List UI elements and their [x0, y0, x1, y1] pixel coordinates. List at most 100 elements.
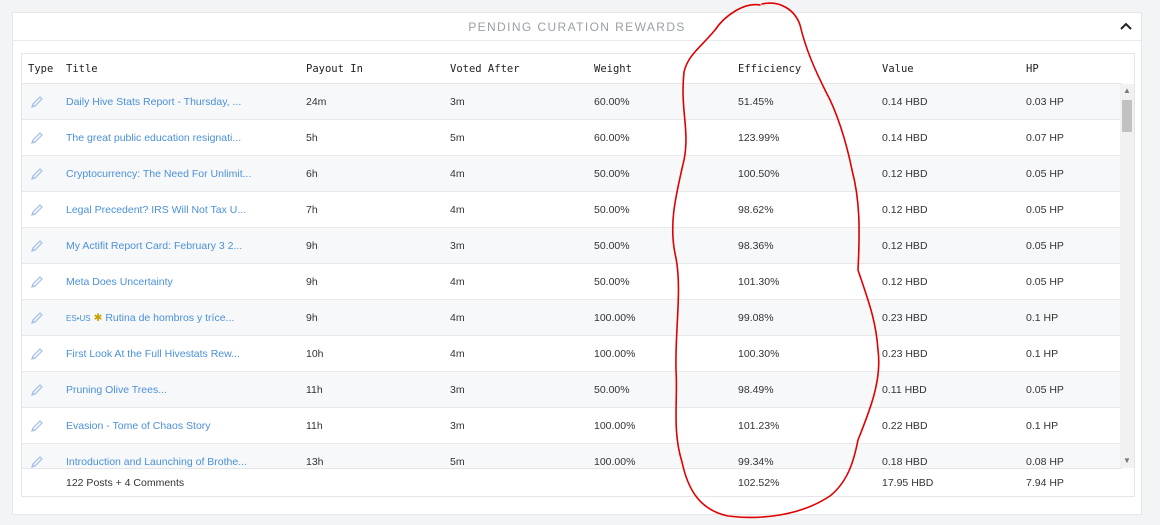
scroll-thumb[interactable] [1122, 100, 1132, 132]
post-title-text: Introduction and Launching of Brothe... [66, 456, 247, 468]
cell-efficiency: 51.45% [738, 96, 774, 108]
vertical-scrollbar[interactable]: ▲ ▼ [1120, 84, 1134, 468]
cell-voted-after: 4m [450, 276, 465, 288]
cell-value: 0.12 HBD [882, 240, 928, 252]
post-title-text: My Actifit Report Card: February 3 2... [66, 240, 243, 252]
cell-voted-after: 5m [450, 456, 465, 468]
cell-weight: 100.00% [594, 456, 636, 468]
panel-title: PENDING CURATION REWARDS [468, 20, 686, 34]
pencil-icon [30, 420, 43, 433]
post-title-link[interactable]: My Actifit Report Card: February 3 2... [66, 240, 242, 252]
cell-weight: 60.00% [594, 96, 630, 108]
cell-weight: 100.00% [594, 312, 636, 324]
cell-payout-in: 10h [306, 348, 324, 360]
pencil-icon [30, 96, 43, 109]
language-tag: ES•US [66, 314, 91, 323]
cell-payout-in: 7h [306, 204, 318, 216]
post-title-link[interactable]: Evasion - Tome of Chaos Story [66, 420, 211, 432]
cell-efficiency: 101.30% [738, 276, 780, 288]
table-row: Cryptocurrency: The Need For Unlimit... 6… [22, 156, 1122, 192]
cell-weight: 60.00% [594, 132, 630, 144]
post-title-link[interactable]: Pruning Olive Trees... [66, 384, 167, 396]
cell-weight: 50.00% [594, 276, 630, 288]
post-title-link[interactable]: The great public education resignati... [66, 132, 241, 144]
cell-payout-in: 11h [306, 384, 323, 396]
post-title-link[interactable]: First Look At the Full Hivestats Rew... [66, 348, 240, 360]
cell-voted-after: 4m [450, 348, 465, 360]
table-body: Daily Hive Stats Report - Thursday, ... 2… [22, 84, 1122, 468]
table-row: Daily Hive Stats Report - Thursday, ... 2… [22, 84, 1122, 120]
cell-payout-in: 11h [306, 420, 323, 432]
pencil-icon [30, 384, 43, 397]
cell-weight: 50.00% [594, 168, 630, 180]
cell-efficiency: 99.34% [738, 456, 774, 468]
pencil-icon [30, 456, 43, 468]
table-row: Pruning Olive Trees... 11h 3m 50.00% 98.49% 0… [22, 372, 1122, 408]
post-title-text: First Look At the Full Hivestats Rew... [66, 348, 240, 360]
col-efficiency[interactable]: Efficiency [738, 63, 801, 75]
scroll-down-arrow-icon[interactable]: ▼ [1120, 454, 1134, 468]
post-title-text: The great public education resignati... [66, 132, 242, 144]
col-value[interactable]: Value [882, 63, 914, 75]
table-row: Introduction and Launching of Brothe... 1… [22, 444, 1122, 468]
cell-efficiency: 123.99% [738, 132, 780, 144]
col-type[interactable]: Type [28, 63, 53, 75]
footer-hp: 7.94 HP [1026, 477, 1064, 489]
table-row: First Look At the Full Hivestats Rew... 1… [22, 336, 1122, 372]
table-footer: 122 Posts + 4 Comments 102.52% 17.95 HBD… [22, 468, 1122, 496]
cell-efficiency: 100.50% [738, 168, 780, 180]
cell-payout-in: 9h [306, 276, 318, 288]
pending-curation-rewards-panel: PENDING CURATION REWARDS Type Title Payo… [12, 12, 1142, 515]
cell-voted-after: 4m [450, 312, 465, 324]
pencil-icon [30, 132, 43, 145]
cell-value: 0.14 HBD [882, 96, 928, 108]
post-title-link[interactable]: ES•US ✱ Rutina de hombros y tríce... [66, 312, 234, 324]
cell-efficiency: 99.08% [738, 312, 774, 324]
col-payout-in[interactable]: Payout In [306, 63, 363, 75]
cell-voted-after: 5m [450, 132, 465, 144]
cell-value: 0.22 HBD [882, 420, 928, 432]
cell-value: 0.12 HBD [882, 276, 928, 288]
col-title[interactable]: Title [66, 63, 98, 75]
cell-hp: 0.1 HP [1026, 312, 1059, 324]
post-title-link[interactable]: Meta Does Uncertainty [66, 276, 173, 288]
post-title-text: Cryptocurrency: The Need For Unlimit... [66, 168, 252, 180]
pencil-icon [30, 240, 43, 253]
cell-value: 0.12 HBD [882, 168, 928, 180]
post-title-text: Daily Hive Stats Report - Thursday, ... [66, 96, 242, 108]
table-header: Type Title Payout In Voted After Weight … [22, 54, 1122, 84]
table-row: ES•US ✱ Rutina de hombros y tríce... 9h 4m 1… [22, 300, 1122, 336]
post-title-link[interactable]: Cryptocurrency: The Need For Unlimit... [66, 168, 251, 180]
post-title-text: Rutina de hombros y tríce... [105, 312, 235, 324]
scroll-up-arrow-icon[interactable]: ▲ [1120, 84, 1134, 98]
pencil-icon [30, 348, 43, 361]
col-weight[interactable]: Weight [594, 63, 632, 75]
cell-efficiency: 98.36% [738, 240, 774, 252]
cell-hp: 0.1 HP [1026, 348, 1059, 360]
footer-summary: 122 Posts + 4 Comments [66, 477, 185, 489]
cell-hp: 0.05 HP [1026, 276, 1064, 288]
curation-table: Type Title Payout In Voted After Weight … [21, 53, 1135, 497]
cell-payout-in: 9h [306, 240, 318, 252]
post-title-text: Legal Precedent? IRS Will Not Tax U... [66, 204, 247, 216]
col-hp[interactable]: HP [1026, 63, 1039, 75]
cell-voted-after: 3m [450, 96, 465, 108]
chevron-up-icon[interactable] [1117, 18, 1135, 36]
col-voted-after[interactable]: Voted After [450, 63, 520, 75]
cell-value: 0.18 HBD [882, 456, 928, 468]
badge-icon: ✱ [93, 312, 106, 324]
post-title-link[interactable]: Introduction and Launching of Brothe... [66, 456, 247, 468]
cell-hp: 0.05 HP [1026, 204, 1064, 216]
post-title-link[interactable]: Legal Precedent? IRS Will Not Tax U... [66, 204, 246, 216]
footer-efficiency: 102.52% [738, 477, 780, 489]
post-title-text: Evasion - Tome of Chaos Story [66, 420, 211, 432]
table-row: My Actifit Report Card: February 3 2... 9… [22, 228, 1122, 264]
table-row: Meta Does Uncertainty 9h 4m 50.00% 101.30% 0.… [22, 264, 1122, 300]
cell-hp: 0.07 HP [1026, 132, 1064, 144]
cell-value: 0.23 HBD [882, 312, 928, 324]
cell-payout-in: 13h [306, 456, 324, 468]
cell-weight: 50.00% [594, 240, 630, 252]
cell-value: 0.12 HBD [882, 204, 928, 216]
cell-weight: 100.00% [594, 348, 636, 360]
post-title-link[interactable]: Daily Hive Stats Report - Thursday, ... [66, 96, 241, 108]
